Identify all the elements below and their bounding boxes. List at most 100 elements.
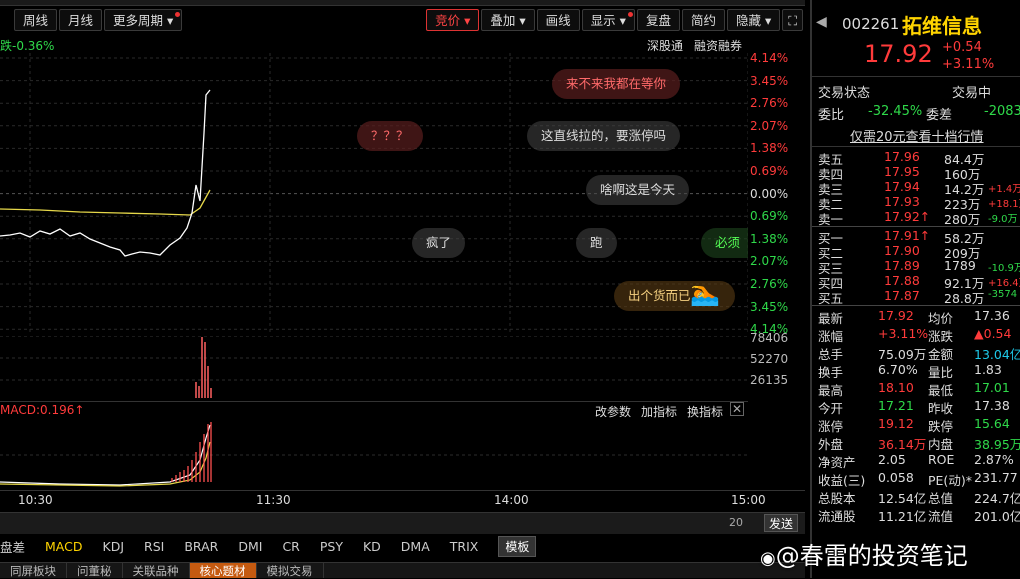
change-indicator-button[interactable]: 换指标 xyxy=(687,403,723,420)
display-label: 显示 xyxy=(590,13,616,28)
indicator-tab-9[interactable]: DMA xyxy=(401,539,430,554)
display-button[interactable]: 显示 ▾ xyxy=(581,9,635,31)
bottom-tab-3[interactable]: 核心题材 xyxy=(189,563,257,578)
indicator-tab-1[interactable]: MACD xyxy=(45,539,82,554)
bottom-tabs: 同屏板块 问董秘 关联品种 核心题材 模拟交易 xyxy=(0,562,805,578)
stat-value: 17.92 xyxy=(878,308,914,323)
edit-params-button[interactable]: 改参数 xyxy=(595,403,631,420)
stat-value: 11.21亿 xyxy=(878,509,927,524)
macd-chart-area[interactable] xyxy=(0,420,748,490)
price-axis-tick: 4.14% xyxy=(750,51,789,65)
stat-label: 均价 xyxy=(928,311,954,326)
draw-line-button[interactable]: 画线 xyxy=(536,9,580,31)
price-axis-tick: 2.07% xyxy=(750,254,789,269)
indicator-tab-4[interactable]: BRAR xyxy=(184,539,218,554)
simple-button[interactable]: 简约 xyxy=(681,9,725,31)
price-axis-tick: 2.76% xyxy=(750,277,789,291)
danmaku-bubble[interactable]: 跑 xyxy=(576,228,617,258)
stat-label: 今开 xyxy=(818,401,844,416)
indicator-tab-10[interactable]: TRIX xyxy=(450,539,479,554)
notification-dot-icon xyxy=(175,12,181,17)
order-level-volume: 280万 xyxy=(944,212,981,227)
auction-label: 竞价 xyxy=(435,13,461,28)
volume-tick: 26135 xyxy=(750,373,789,387)
close-icon[interactable]: ✕ xyxy=(730,402,744,416)
template-button[interactable]: 模板 xyxy=(498,535,537,557)
stat-label: 涨跌 xyxy=(928,329,954,344)
bottom-tab-1[interactable]: 问董秘 xyxy=(67,563,123,578)
price-line xyxy=(0,89,211,257)
stat-value: 18.10 xyxy=(878,380,914,395)
stat-value: 19.12 xyxy=(878,416,914,431)
danmaku-bubble[interactable]: ？？？ xyxy=(357,121,423,151)
stat-label: 金额 xyxy=(928,347,954,362)
order-level-label: 买五 xyxy=(818,291,844,306)
stat-label: 量比 xyxy=(928,365,954,380)
auction-button[interactable]: 竞价 ▾ xyxy=(426,9,480,31)
stat-value: 1.83 xyxy=(974,362,1002,377)
watermark-text: @春雷的投资笔记 xyxy=(775,542,968,570)
change-indicator: 跌-0.36% xyxy=(0,39,55,53)
bottom-tab-0[interactable]: 同屏板块 xyxy=(0,563,67,578)
danmaku-bubble[interactable]: 啥啊这是今天 xyxy=(586,175,690,205)
replay-button[interactable]: 复盘 xyxy=(636,9,680,31)
danmaku-bubble[interactable]: 疯了 xyxy=(412,228,466,258)
level2-promo-link[interactable]: 仅需20元查看十档行情 xyxy=(850,126,1020,145)
price-axis-tick: 1.38% xyxy=(750,231,789,246)
more-periods-button[interactable]: 更多周期 ▾ xyxy=(104,9,183,31)
divider xyxy=(0,490,805,491)
top-menu-strip xyxy=(0,0,805,6)
indicator-tab-7[interactable]: PSY xyxy=(320,539,343,554)
indicator-tab-5[interactable]: DMI xyxy=(238,539,262,554)
period-week-button[interactable]: 周线 xyxy=(14,9,58,31)
margin-trading-link[interactable]: 融资融券 xyxy=(694,37,742,54)
hide-label: 隐藏 xyxy=(735,13,761,28)
indicator-tab-3[interactable]: RSI xyxy=(144,539,164,554)
indicator-tab-8[interactable]: KD xyxy=(363,539,381,554)
fullscreen-icon[interactable]: ⛶ xyxy=(782,9,803,31)
order-level-label: 卖一 xyxy=(818,212,844,227)
order-level-price: 17.92↑ xyxy=(884,209,931,224)
price-axis-tick: 1.38% xyxy=(750,141,789,156)
stat-label: 总股本 xyxy=(818,491,856,506)
swimmer-icon: 🏊 xyxy=(690,279,720,307)
indicator-tab-0[interactable]: 盘差 xyxy=(0,537,25,556)
order-level-price: 17.87 xyxy=(884,288,920,303)
stat-label: 最低 xyxy=(928,383,954,398)
stat-value: ▲0.54 xyxy=(974,326,1012,341)
weicha-value: -2083 xyxy=(984,104,1020,119)
danmaku-bubble[interactable]: 这直线拉的，要涨停吗 xyxy=(527,121,681,151)
macd-chart-svg xyxy=(0,422,748,487)
stat-label: 流值 xyxy=(928,509,954,524)
stat-label: 收益(三) xyxy=(818,473,866,488)
stat-value: 201.0亿 xyxy=(974,509,1020,524)
add-indicator-button[interactable]: 加指标 xyxy=(641,403,677,420)
shenzhen-connect-link[interactable]: 深股通 xyxy=(647,37,683,54)
period-month-button[interactable]: 月线 xyxy=(59,9,103,31)
time-tick: 11:30 xyxy=(256,493,291,507)
stat-label: 总手 xyxy=(818,347,844,362)
danmaku-bubble[interactable]: 来不来我都在等你 xyxy=(552,69,681,99)
status-value: 交易中 xyxy=(952,86,992,101)
stat-value: 231.77 xyxy=(974,470,1018,485)
comment-bar[interactable] xyxy=(0,512,805,534)
hide-button[interactable]: 隐藏 ▾ xyxy=(726,9,781,31)
indicator-tab-2[interactable]: KDJ xyxy=(103,539,125,554)
time-tick: 10:30 xyxy=(18,493,53,507)
back-arrow-icon[interactable]: ◀ xyxy=(816,14,827,30)
danmaku-text: 出个货而已 xyxy=(628,288,691,303)
send-button[interactable]: 发送 xyxy=(764,514,799,532)
indicator-tabs: 盘差 MACD KDJ RSI BRAR DMI CR PSY KD DMA TRIX 模板 xyxy=(0,535,805,557)
price-axis-tick: 2.07% xyxy=(750,118,789,133)
overlay-button[interactable]: 叠加 ▾ xyxy=(481,9,535,31)
volume-tick: 78406 xyxy=(750,331,789,345)
indicator-tab-6[interactable]: CR xyxy=(282,539,299,554)
bottom-tab-2[interactable]: 关联品种 xyxy=(123,563,190,578)
bottom-tab-4[interactable]: 模拟交易 xyxy=(257,563,324,578)
danmaku-bubble[interactable]: 必须 xyxy=(701,228,748,258)
quote-panel: ◀ 002261 拓维信息 17.92 +0.54 +3.11% 交易状态 交易… xyxy=(810,0,1020,578)
stat-value: 17.21 xyxy=(878,398,914,413)
stat-value: 36.14万 xyxy=(878,437,927,452)
stat-label: 涨停 xyxy=(818,419,844,434)
volume-chart-area[interactable] xyxy=(0,335,748,400)
